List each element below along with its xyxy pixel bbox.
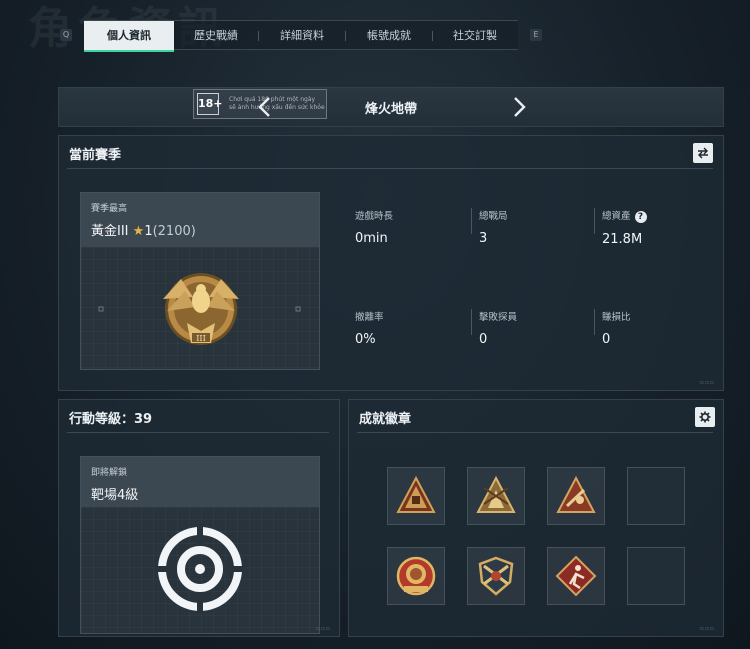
achievement-badge-slot[interactable] bbox=[467, 547, 525, 605]
stat-value: 0 bbox=[602, 332, 611, 347]
mode-selector: 18+ Chơi quá 180 phút một ngày sẽ ảnh hư… bbox=[58, 87, 724, 127]
panel-divider bbox=[357, 432, 713, 433]
rank-tier-label: III bbox=[196, 334, 205, 343]
corner-decoration: ▫▫▫ bbox=[315, 625, 331, 632]
stat-label: 撤離率 bbox=[355, 312, 384, 323]
tab-match-history[interactable]: 歷史戰績 bbox=[174, 21, 258, 50]
current-season-panel: 當前賽季 賽季最高 黃金III ★1(2100) III 遊戲時長 0min 總… bbox=[58, 135, 724, 391]
stat-extraction-rate: 撤離率 0% bbox=[355, 309, 465, 347]
stat-operators-defeated: 擊敗探員 0 bbox=[479, 309, 589, 347]
empty-badge-slot[interactable] bbox=[627, 547, 685, 605]
stat-value: 0 bbox=[479, 332, 488, 347]
rank-points: (2100) bbox=[152, 224, 196, 239]
chevron-right-icon[interactable] bbox=[509, 95, 529, 119]
stat-label: 擊敗探員 bbox=[479, 312, 518, 323]
operation-level-title: 行動等級：39 bbox=[69, 408, 152, 427]
unlock-icon-area bbox=[81, 507, 319, 633]
panel-divider bbox=[67, 432, 329, 433]
rank-value: 黃金III ★1(2100) bbox=[91, 220, 309, 239]
upcoming-unlock-value: 靶場4級 bbox=[91, 488, 139, 503]
tab-bar: Q 個人資訊 歷史戰績 詳細資料 帳號成就 社交訂製 E bbox=[58, 20, 548, 52]
mode-title: 烽火地帶 bbox=[364, 102, 417, 117]
red-triangle-badge-icon bbox=[556, 475, 596, 513]
stat-label: 總資產 bbox=[602, 211, 631, 222]
stat-value: 0min bbox=[355, 231, 388, 246]
rank-emblem-area: III bbox=[81, 247, 319, 369]
stat-total-assets: 總資產? 21.8M bbox=[602, 208, 712, 247]
prev-tab-key-hint[interactable]: Q bbox=[60, 29, 72, 41]
stat-profit-loss-ratio: 賺損比 0 bbox=[602, 309, 712, 347]
season-best-rank-card: 賽季最高 黃金III ★1(2100) III bbox=[80, 192, 320, 370]
swap-arrows-icon bbox=[698, 147, 708, 159]
achievement-badge-slot[interactable] bbox=[387, 467, 445, 525]
stat-play-time: 遊戲時長 0min bbox=[355, 208, 465, 246]
upcoming-unlock-card: 即將解鎖 靶場4級 bbox=[80, 456, 320, 634]
next-tab-key-hint[interactable]: E bbox=[530, 29, 542, 41]
stat-label-with-help: 總資產? bbox=[602, 208, 712, 223]
rank-card-header: 賽季最高 黃金III ★1(2100) bbox=[81, 193, 319, 247]
lion-round-badge-icon bbox=[396, 556, 436, 596]
achievement-badges-title: 成就徽章 bbox=[359, 412, 412, 427]
tab-personal-info[interactable]: 個人資訊 bbox=[84, 21, 174, 52]
stat-value: 21.8M bbox=[602, 231, 643, 247]
achievement-badge-slot[interactable] bbox=[547, 547, 605, 605]
stat-divider bbox=[471, 309, 472, 335]
stat-value: 3 bbox=[479, 231, 488, 246]
stat-label: 總戰局 bbox=[479, 211, 508, 222]
corner-decoration: ▫▫▫ bbox=[699, 625, 715, 632]
star-icon: ★ bbox=[132, 224, 145, 239]
corner-decoration: ▫▫▫ bbox=[699, 379, 715, 386]
stat-total-matches: 總戰局 3 bbox=[479, 208, 589, 246]
tab-social-customization[interactable]: 社交訂製 bbox=[433, 21, 517, 50]
tab-detailed-data[interactable]: 詳細資料 bbox=[259, 21, 345, 50]
stat-divider bbox=[594, 208, 595, 234]
season-best-label: 賽季最高 bbox=[91, 204, 128, 214]
gear-icon bbox=[699, 411, 711, 423]
achievement-badge-slot[interactable] bbox=[387, 547, 445, 605]
panel-divider bbox=[67, 168, 713, 169]
operation-level-panel: 行動等級：39 即將解鎖 靶場4級 ▫▫▫ bbox=[58, 399, 340, 637]
help-icon[interactable]: ? bbox=[634, 210, 647, 223]
stat-divider bbox=[471, 208, 472, 234]
achievement-badges-panel: 成就徽章 ▫▫▫ bbox=[348, 399, 724, 637]
stat-divider bbox=[594, 309, 595, 335]
unlock-card-header: 即將解鎖 靶場4級 bbox=[81, 457, 319, 507]
current-season-title: 當前賽季 bbox=[69, 148, 122, 163]
gold-eagle-rank-emblem-icon: III bbox=[98, 273, 301, 345]
stat-label: 遊戲時長 bbox=[355, 211, 394, 222]
empty-badge-slot[interactable] bbox=[627, 467, 685, 525]
stat-value: 0% bbox=[355, 332, 376, 347]
red-diamond-runner-badge-icon bbox=[555, 555, 597, 597]
stat-label: 賺損比 bbox=[602, 312, 631, 323]
badge-settings-button[interactable] bbox=[695, 407, 715, 427]
operation-level-label: 行動等級： bbox=[69, 412, 135, 427]
achievement-badge-slot[interactable] bbox=[547, 467, 605, 525]
gold-triangle-soldier-badge-icon bbox=[476, 475, 516, 513]
crossed-rifles-shield-badge-icon bbox=[478, 556, 514, 596]
achievement-badge-slot[interactable] bbox=[467, 467, 525, 525]
rank-stars: 1 bbox=[144, 224, 153, 239]
tab-account-achievements[interactable]: 帳號成就 bbox=[346, 21, 432, 50]
switch-season-button[interactable] bbox=[693, 143, 713, 163]
crosshair-target-icon bbox=[154, 523, 246, 615]
gold-triangle-badge-icon bbox=[396, 475, 436, 513]
operation-level-value: 39 bbox=[134, 412, 153, 427]
tab-list: 個人資訊 歷史戰績 詳細資料 帳號成就 社交訂製 bbox=[84, 20, 518, 52]
rank-name: 黃金III bbox=[91, 224, 129, 239]
upcoming-unlock-label: 即將解鎖 bbox=[91, 468, 128, 478]
